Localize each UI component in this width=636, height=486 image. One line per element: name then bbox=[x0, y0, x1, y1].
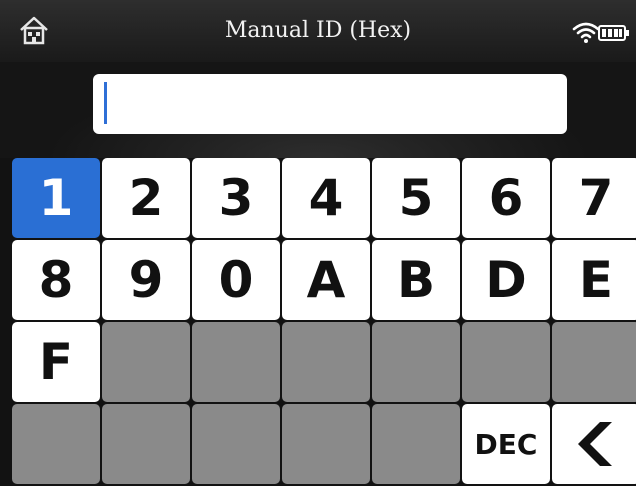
key-3[interactable]: 3 bbox=[192, 158, 280, 238]
manual-id-input[interactable] bbox=[93, 74, 567, 134]
backspace-button[interactable] bbox=[552, 404, 636, 484]
blank-key bbox=[192, 322, 280, 402]
dec-button[interactable]: DEC bbox=[462, 404, 550, 484]
key-b[interactable]: B bbox=[372, 240, 460, 320]
top-bar: Manual ID (Hex) bbox=[0, 0, 636, 62]
key-6[interactable]: 6 bbox=[462, 158, 550, 238]
key-e[interactable]: E bbox=[552, 240, 636, 320]
blank-key bbox=[552, 322, 636, 402]
battery-icon bbox=[598, 25, 629, 41]
key-d[interactable]: D bbox=[462, 240, 550, 320]
key-4[interactable]: 4 bbox=[282, 158, 370, 238]
key-a[interactable]: A bbox=[282, 240, 370, 320]
blank-key bbox=[282, 404, 370, 484]
blank-key bbox=[102, 322, 190, 402]
backspace-icon bbox=[578, 422, 612, 466]
key-7[interactable]: 7 bbox=[552, 158, 636, 238]
key-2[interactable]: 2 bbox=[102, 158, 190, 238]
key-0[interactable]: 0 bbox=[192, 240, 280, 320]
key-f[interactable]: F bbox=[12, 322, 100, 402]
blank-key bbox=[372, 404, 460, 484]
blank-key bbox=[372, 322, 460, 402]
hex-keypad: 1 2 3 4 5 6 7 8 9 0 A B D E F DEC bbox=[12, 158, 636, 484]
key-9[interactable]: 9 bbox=[102, 240, 190, 320]
key-8[interactable]: 8 bbox=[12, 240, 100, 320]
blank-key bbox=[282, 322, 370, 402]
blank-key bbox=[12, 404, 100, 484]
blank-key bbox=[102, 404, 190, 484]
blank-key bbox=[462, 322, 550, 402]
key-1[interactable]: 1 bbox=[12, 158, 100, 238]
wifi-icon bbox=[572, 22, 600, 43]
blank-key bbox=[192, 404, 280, 484]
text-cursor bbox=[104, 82, 107, 124]
page-title: Manual ID (Hex) bbox=[224, 18, 412, 43]
key-5[interactable]: 5 bbox=[372, 158, 460, 238]
